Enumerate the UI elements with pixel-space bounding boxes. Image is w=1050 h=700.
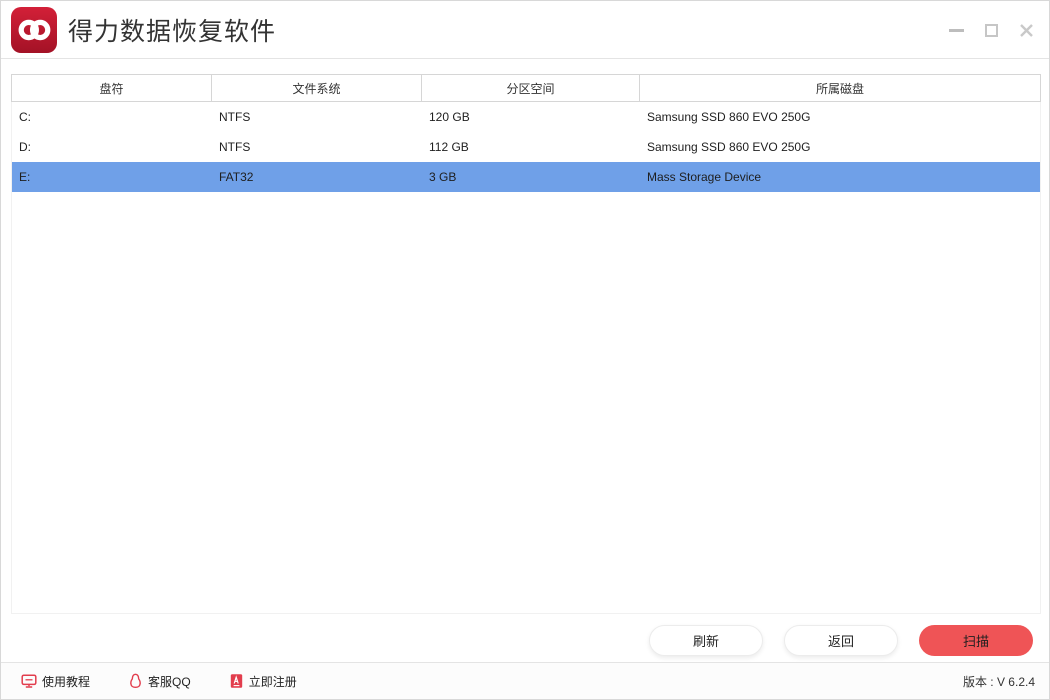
cell-disk: Samsung SSD 860 EVO 250G [640, 132, 1040, 162]
cell-drive: D: [12, 132, 212, 162]
app-title: 得力数据恢复软件 [68, 12, 276, 48]
qq-service-link[interactable]: 客服QQ [128, 673, 191, 690]
refresh-button[interactable]: 刷新 [649, 625, 763, 656]
qq-service-link-label: 客服QQ [148, 673, 191, 690]
close-button[interactable] [1017, 21, 1035, 39]
cell-disk: Mass Storage Device [640, 162, 1040, 192]
cell-fs: FAT32 [212, 162, 422, 192]
scan-button[interactable]: 扫描 [919, 625, 1033, 656]
tutorial-monitor-icon [21, 673, 37, 689]
qq-penguin-icon [128, 673, 143, 689]
tutorial-link-label: 使用教程 [42, 673, 90, 690]
tutorial-link[interactable]: 使用教程 [21, 673, 90, 690]
cell-disk: Samsung SSD 860 EVO 250G [640, 102, 1040, 132]
window-controls [947, 1, 1035, 59]
version-label: 版本 : V 6.2.4 [963, 673, 1035, 690]
column-header-size: 分区空间 [422, 75, 640, 101]
register-doc-icon [229, 673, 244, 689]
cell-drive: C: [12, 102, 212, 132]
app-logo [11, 7, 57, 53]
title-bar: 得力数据恢复软件 [1, 1, 1049, 59]
table-row-d[interactable]: D: NTFS 112 GB Samsung SSD 860 EVO 250G [12, 132, 1040, 162]
partition-table: 盘符 文件系统 分区空间 所属磁盘 C: NTFS 120 GB Samsung… [11, 74, 1041, 614]
maximize-button[interactable] [982, 21, 1000, 39]
register-link[interactable]: 立即注册 [229, 673, 297, 690]
minimize-button[interactable] [947, 21, 965, 39]
column-header-disk: 所属磁盘 [640, 75, 1040, 101]
cell-fs: NTFS [212, 132, 422, 162]
cell-fs: NTFS [212, 102, 422, 132]
action-button-row: 刷新 返回 扫描 [649, 625, 1033, 656]
table-row-c[interactable]: C: NTFS 120 GB Samsung SSD 860 EVO 250G [12, 102, 1040, 132]
table-header: 盘符 文件系统 分区空间 所属磁盘 [11, 74, 1041, 102]
register-link-label: 立即注册 [249, 673, 297, 690]
table-row-e-selected[interactable]: E: FAT32 3 GB Mass Storage Device [12, 162, 1040, 192]
table-body: C: NTFS 120 GB Samsung SSD 860 EVO 250G … [11, 102, 1041, 614]
column-header-drive: 盘符 [12, 75, 212, 101]
back-button[interactable]: 返回 [784, 625, 898, 656]
close-icon [1019, 23, 1034, 38]
footer-bar: 使用教程 客服QQ 立即注册 版本 : V 6.2.4 [1, 662, 1049, 699]
infinity-logo-icon [15, 15, 53, 45]
cell-size: 3 GB [422, 162, 640, 192]
app-window: 得力数据恢复软件 盘符 文件系统 分区空间 所属磁盘 C: NTFS 120 G… [0, 0, 1050, 700]
cell-size: 112 GB [422, 132, 640, 162]
column-header-fs: 文件系统 [212, 75, 422, 101]
cell-drive: E: [12, 162, 212, 192]
cell-size: 120 GB [422, 102, 640, 132]
